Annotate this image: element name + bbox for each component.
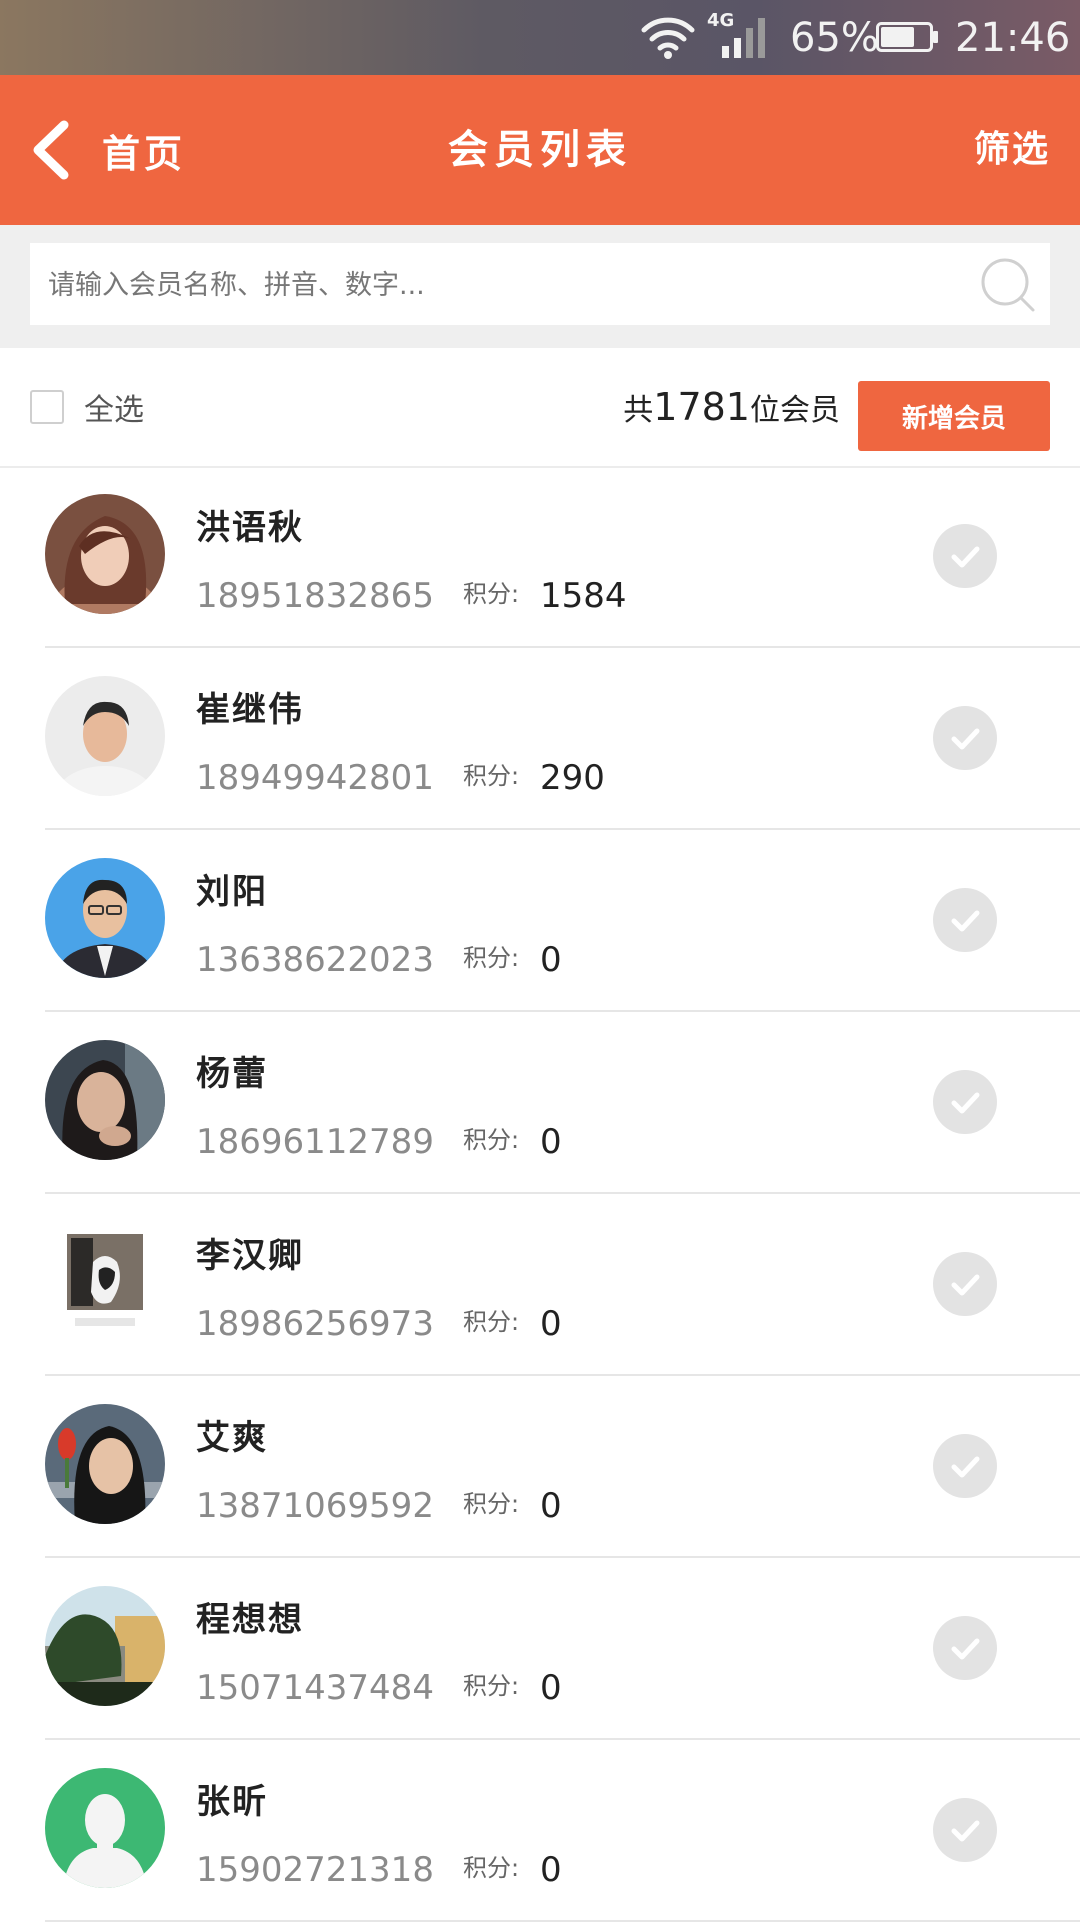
photo-male-avatar-icon <box>45 676 165 796</box>
photo-female-avatar-icon <box>45 1404 165 1524</box>
points-label: 积分: <box>463 1308 520 1336</box>
select-member-button[interactable] <box>933 888 997 952</box>
points-label: 积分: <box>463 762 520 790</box>
check-icon <box>951 1820 980 1842</box>
points-label: 积分: <box>463 944 520 972</box>
avatar <box>45 1040 165 1160</box>
list-item[interactable]: 艾爽 13871069592 积分: 0 <box>0 1376 1080 1558</box>
member-phone: 13638622023 <box>196 940 434 980</box>
list-item[interactable]: 程想想 15071437484 积分: 0 <box>0 1558 1080 1740</box>
list-item[interactable]: 洪语秋 18951832865 积分: 1584 <box>0 466 1080 648</box>
add-member-button[interactable]: 新增会员 <box>858 381 1050 451</box>
select-member-button[interactable] <box>933 1070 997 1134</box>
points-label: 积分: <box>463 1126 520 1154</box>
check-icon <box>951 728 980 750</box>
check-icon <box>951 1638 980 1660</box>
member-count-number: 1781 <box>653 385 750 429</box>
member-count-prefix: 共 <box>623 393 654 428</box>
points-value: 290 <box>540 758 605 798</box>
check-icon <box>951 1456 980 1478</box>
avatar <box>45 1222 165 1342</box>
check-icon <box>951 910 980 932</box>
filter-button[interactable]: 筛选 <box>974 75 1050 225</box>
avatar <box>45 1404 165 1524</box>
status-bar: 4G 65% 21:46 <box>0 0 1080 75</box>
search-area <box>0 225 1080 348</box>
check-icon <box>951 1274 980 1296</box>
member-list: 洪语秋 18951832865 积分: 1584 崔继伟 18949942801… <box>0 466 1080 1922</box>
nav-bar: 首页 会员列表 筛选 <box>0 75 1080 225</box>
points-value: 0 <box>540 1304 562 1344</box>
points-label: 积分: <box>463 1672 520 1700</box>
photo-female-avatar-icon <box>45 494 165 614</box>
avatar <box>45 676 165 796</box>
back-button[interactable]: 首页 <box>28 113 186 187</box>
battery-icon <box>876 22 938 52</box>
member-count-suffix: 位会员 <box>750 393 840 428</box>
member-name: 李汉卿 <box>196 1236 304 1276</box>
member-phone: 18986256973 <box>196 1304 434 1344</box>
member-name: 刘阳 <box>196 872 268 912</box>
member-phone: 18949942801 <box>196 758 434 798</box>
list-item[interactable]: 张昕 15902721318 积分: 0 <box>0 1740 1080 1922</box>
select-member-button[interactable] <box>933 706 997 770</box>
photo-landscape-avatar-icon <box>45 1586 165 1706</box>
points-value: 0 <box>540 1850 562 1890</box>
avatar <box>45 1586 165 1706</box>
member-name: 艾爽 <box>196 1418 268 1458</box>
clock: 21:46 <box>955 15 1071 61</box>
select-member-button[interactable] <box>933 1798 997 1862</box>
member-name: 程想想 <box>196 1600 304 1640</box>
member-phone: 13871069592 <box>196 1486 434 1526</box>
member-phone: 18696112789 <box>196 1122 434 1162</box>
checkbox-icon[interactable] <box>30 390 64 424</box>
points-value: 1584 <box>540 576 627 616</box>
list-item[interactable]: 李汉卿 18986256973 积分: 0 <box>0 1194 1080 1376</box>
signal-icon <box>722 18 765 58</box>
avatar <box>45 1768 165 1888</box>
check-icon <box>951 546 980 568</box>
photo-cat-avatar-icon <box>45 1222 165 1342</box>
list-item[interactable]: 崔继伟 18949942801 积分: 290 <box>0 648 1080 830</box>
avatar <box>45 858 165 978</box>
member-name: 洪语秋 <box>196 508 304 548</box>
member-phone: 18951832865 <box>196 576 434 616</box>
check-icon <box>951 1092 980 1114</box>
select-member-button[interactable] <box>933 1434 997 1498</box>
member-phone: 15071437484 <box>196 1668 434 1708</box>
photo-female-avatar-icon <box>45 1040 165 1160</box>
select-member-button[interactable] <box>933 524 997 588</box>
member-count: 共1781位会员 <box>623 348 840 466</box>
battery-percent: 65% <box>790 15 879 61</box>
list-item[interactable]: 杨蕾 18696112789 积分: 0 <box>0 1012 1080 1194</box>
member-name: 张昕 <box>196 1782 268 1822</box>
select-member-button[interactable] <box>933 1252 997 1316</box>
list-item[interactable]: 刘阳 13638622023 积分: 0 <box>0 830 1080 1012</box>
member-phone: 15902721318 <box>196 1850 434 1890</box>
select-member-button[interactable] <box>933 1616 997 1680</box>
search-box <box>30 243 1050 327</box>
points-value: 0 <box>540 1122 562 1162</box>
member-name: 杨蕾 <box>196 1054 268 1094</box>
back-label: 首页 <box>102 131 187 176</box>
search-icon[interactable] <box>978 255 1038 315</box>
points-label: 积分: <box>463 1490 520 1518</box>
list-toolbar: 全选 共1781位会员 新增会员 <box>0 348 1080 468</box>
member-name: 崔继伟 <box>196 690 304 730</box>
photo-male-suit-avatar-icon <box>45 858 165 978</box>
points-value: 0 <box>540 1668 562 1708</box>
default-user-avatar-icon <box>45 1768 165 1888</box>
points-label: 积分: <box>463 580 520 608</box>
wifi-icon <box>641 17 695 59</box>
search-input[interactable] <box>46 243 970 327</box>
chevron-left-icon <box>33 120 69 180</box>
select-all-label: 全选 <box>84 393 144 428</box>
points-label: 积分: <box>463 1854 520 1882</box>
points-value: 0 <box>540 1486 562 1526</box>
points-value: 0 <box>540 940 562 980</box>
avatar <box>45 494 165 614</box>
select-all-checkbox[interactable]: 全选 <box>30 348 144 466</box>
